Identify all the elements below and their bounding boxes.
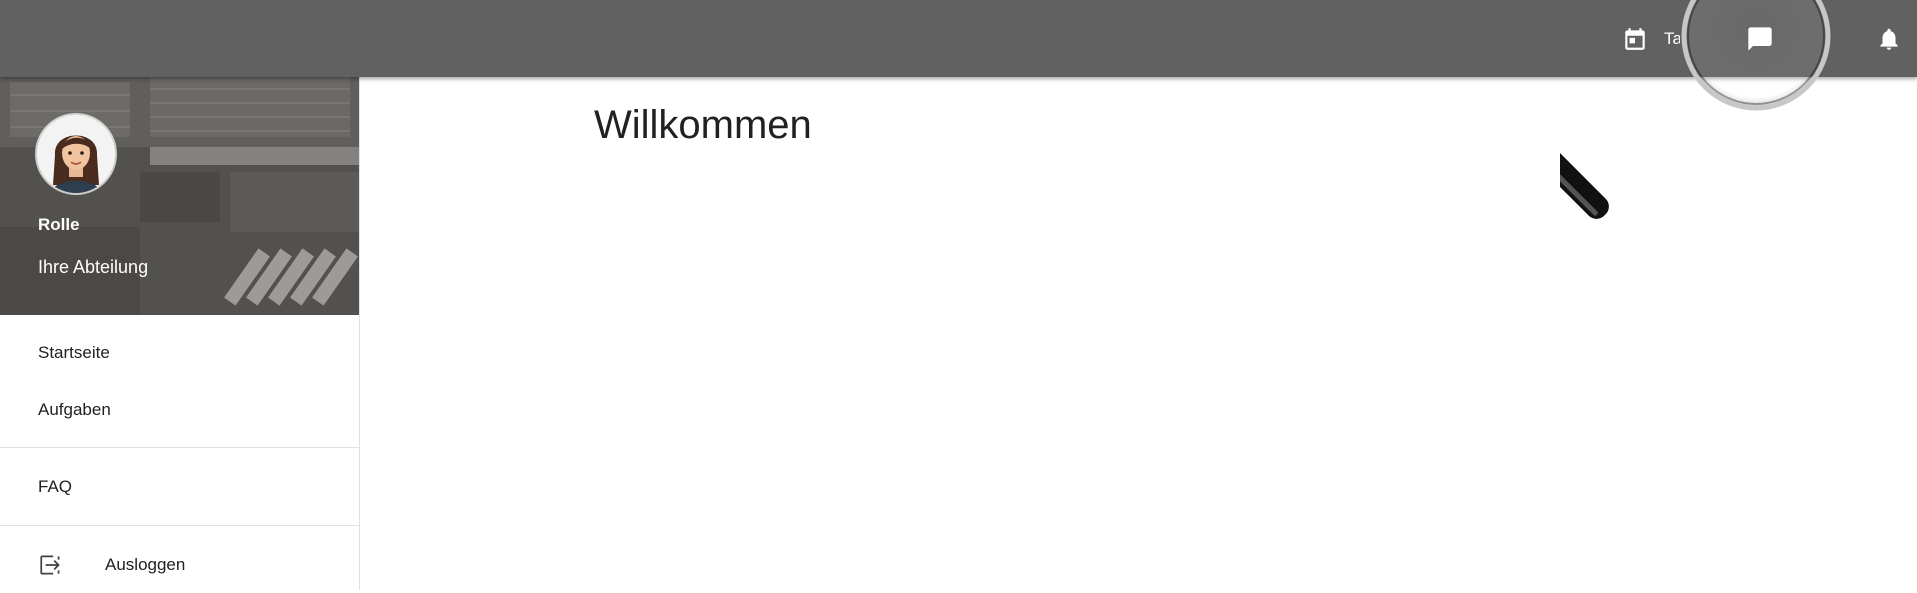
calendar-button[interactable]: Ta: [1622, 0, 1680, 77]
profile-header: Rolle Ihre Abteilung: [0, 77, 359, 315]
calendar-icon: [1622, 26, 1648, 52]
calendar-button-label: Ta: [1664, 28, 1680, 48]
user-department: Ihre Abteilung: [38, 257, 149, 277]
logout-button[interactable]: Ausloggen: [0, 536, 359, 593]
chat-icon: [1746, 25, 1774, 53]
user-role: Rolle: [38, 215, 80, 234]
avatar-illustration: [37, 115, 115, 193]
navigation-drawer: Rolle Ihre Abteilung Startseite Aufgaben…: [0, 77, 360, 590]
chat-button[interactable]: [1746, 0, 1774, 77]
nav-item-aufgaben[interactable]: Aufgaben: [0, 381, 359, 438]
avatar[interactable]: [37, 115, 115, 193]
nav-item-startseite[interactable]: Startseite: [0, 324, 359, 381]
logout-icon: [38, 551, 66, 579]
logout-label: Ausloggen: [105, 554, 186, 574]
secondary-nav: FAQ: [0, 448, 359, 525]
notifications-button[interactable]: [1876, 0, 1902, 77]
divider: [0, 525, 359, 526]
bell-icon: [1876, 26, 1902, 52]
nav-item-faq[interactable]: FAQ: [0, 458, 359, 515]
warehouse-aerial-image: [0, 77, 359, 315]
page-title: Willkommen: [594, 103, 812, 147]
main-nav: Startseite Aufgaben: [0, 315, 359, 447]
top-app-bar: Ta: [0, 0, 1917, 77]
